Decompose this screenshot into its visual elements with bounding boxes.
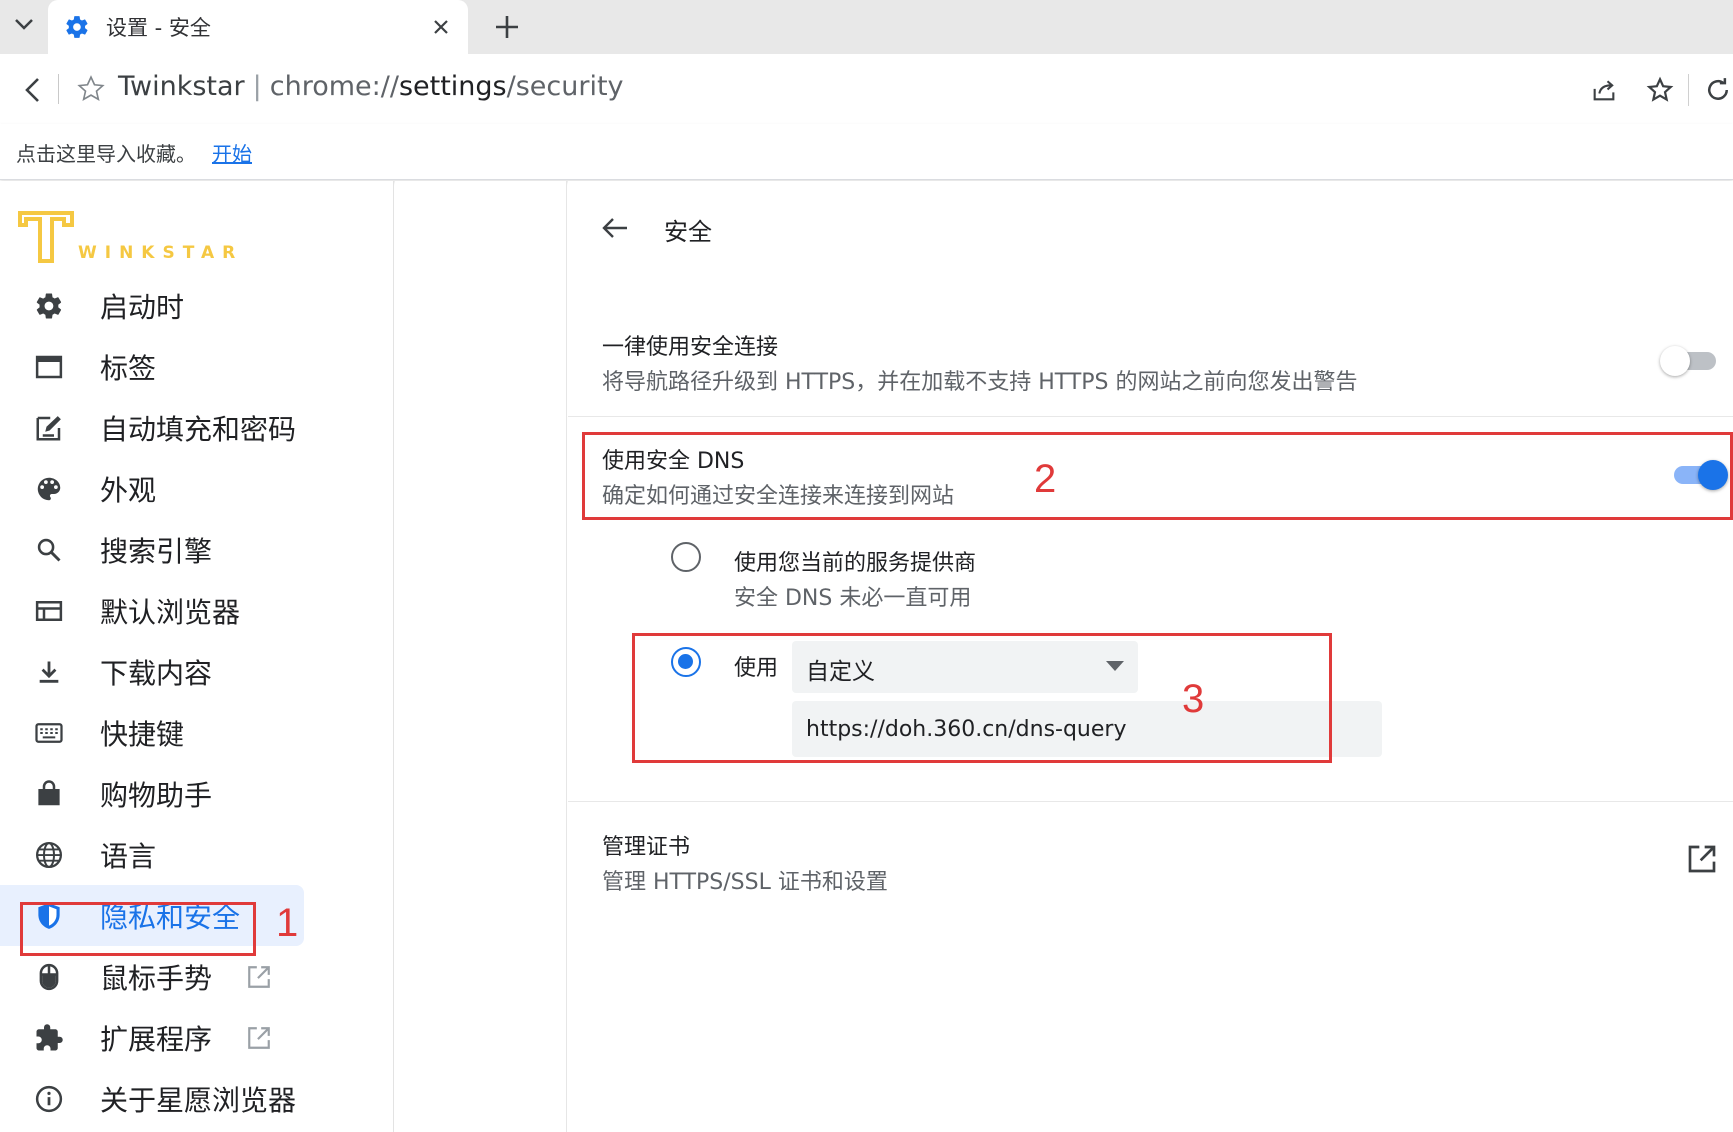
sidebar-item-extensions[interactable]: 扩展程序	[0, 1007, 394, 1068]
row-divider	[568, 416, 1733, 417]
sidebar-item-label: 鼠标手势	[100, 961, 213, 995]
content-gutter	[395, 181, 567, 1132]
sidebar-item-label: 购物助手	[100, 778, 213, 812]
annotation-box-1	[20, 902, 256, 956]
external-link-icon	[248, 1027, 270, 1049]
sidebar-item-about[interactable]: 关于星愿浏览器	[0, 1068, 394, 1129]
browser-toolbar: Twinkstar | chrome://settings/security	[0, 54, 1733, 124]
sidebar-item-autofill[interactable]: 自动填充和密码	[0, 397, 394, 458]
browser-icon	[32, 594, 66, 628]
puzzle-icon	[32, 1021, 66, 1055]
edit-form-icon	[32, 411, 66, 445]
new-tab-button[interactable]	[486, 6, 528, 48]
sidebar-item-label: 标签	[100, 351, 157, 385]
back-button[interactable]	[14, 70, 50, 110]
dns-current-provider-title: 使用您当前的服务提供商	[734, 551, 977, 576]
sidebar-item-shortcuts[interactable]: 快捷键	[0, 702, 394, 763]
annotation-number-3: 3	[1182, 677, 1205, 721]
sidebar-item-shopping[interactable]: 购物助手	[0, 763, 394, 824]
annotation-number-1: 1	[276, 901, 299, 945]
keyboard-icon	[32, 716, 66, 750]
tab-window-icon	[32, 350, 66, 384]
download-icon	[32, 655, 66, 689]
close-icon[interactable]	[426, 12, 456, 42]
https-only-toggle[interactable]	[1660, 343, 1720, 377]
annotation-box-2	[582, 432, 1733, 520]
external-link-icon	[248, 966, 270, 988]
sidebar-item-label: 语言	[100, 839, 157, 873]
bookmark-import-prompt: 点击这里导入收藏。	[16, 142, 196, 166]
sidebar-item-search-engine[interactable]: 搜索引擎	[0, 519, 394, 580]
active-tab[interactable]: 设置 - 安全	[48, 0, 468, 54]
share-icon[interactable]	[1586, 72, 1622, 108]
bookmark-import-bar: 点击这里导入收藏。 开始	[0, 124, 1733, 180]
sidebar-item-label: 扩展程序	[100, 1022, 213, 1056]
address-bar-url[interactable]: Twinkstar | chrome://settings/security	[118, 71, 624, 102]
sidebar-item-label: 搜索引擎	[100, 534, 213, 568]
security-settings-panel: 安全 一律使用安全连接 将导航路径升级到 HTTPS，并在加载不支持 HTTPS…	[568, 181, 1733, 1132]
tab-search-chevron-icon[interactable]	[4, 6, 44, 42]
annotation-number-2: 2	[1034, 457, 1057, 501]
mouse-icon	[32, 960, 66, 994]
url-path: /security	[506, 71, 624, 102]
page-back-arrow-icon[interactable]	[598, 211, 632, 245]
https-only-title: 一律使用安全连接	[602, 335, 779, 360]
shopping-bag-icon	[32, 777, 66, 811]
manage-certificates-subtitle: 管理 HTTPS/SSL 证书和设置	[602, 870, 888, 895]
sidebar-item-default-browser[interactable]: 默认浏览器	[0, 580, 394, 641]
toggle-knob	[1660, 346, 1690, 376]
sidebar-item-label: 默认浏览器	[100, 595, 241, 629]
https-only-subtitle: 将导航路径升级到 HTTPS，并在加载不支持 HTTPS 的网站之前向您发出警告	[602, 370, 1358, 395]
sidebar-item-label: 关于星愿浏览器	[100, 1083, 297, 1117]
sidebar-item-appearance[interactable]: 外观	[0, 458, 394, 519]
sidebar-item-languages[interactable]: 语言	[0, 824, 394, 885]
url-scheme: chrome://	[269, 71, 399, 102]
sidebar-item-label: 自动填充和密码	[100, 412, 297, 446]
tab-strip: 设置 - 安全	[0, 0, 1733, 54]
settings-sidebar: WINKSTAR 启动时 标签 自动填充和密码 外观 搜索引擎 默认浏览器 下载…	[0, 181, 394, 1132]
toolbar-divider	[58, 74, 59, 104]
sidebar-item-label: 外观	[100, 473, 157, 507]
logo-wordmark: WINKSTAR	[78, 243, 244, 263]
url-separator: |	[252, 71, 262, 102]
globe-icon	[32, 838, 66, 872]
sidebar-item-label: 快捷键	[100, 717, 185, 751]
sidebar-item-label: 下载内容	[100, 656, 213, 690]
site-star-icon[interactable]	[74, 72, 108, 106]
dns-current-provider-radio[interactable]	[671, 542, 701, 572]
reload-icon[interactable]	[1700, 70, 1733, 110]
annotation-box-3	[632, 633, 1332, 763]
sidebar-item-label: 启动时	[100, 290, 185, 324]
sidebar-item-startup[interactable]: 启动时	[0, 275, 394, 336]
gear-icon	[62, 12, 92, 42]
search-icon	[32, 533, 66, 567]
tab-title: 设置 - 安全	[106, 16, 211, 40]
dns-current-provider-subtitle: 安全 DNS 未必一直可用	[734, 586, 972, 611]
row-divider	[568, 801, 1733, 802]
sidebar-item-tabs[interactable]: 标签	[0, 336, 394, 397]
gear-icon	[32, 289, 66, 323]
url-host: settings	[398, 71, 507, 102]
twinkstar-logo-mark-icon	[18, 211, 74, 263]
toolbar-divider-right	[1688, 74, 1689, 106]
external-link-icon[interactable]	[1686, 843, 1718, 875]
sidebar-nav: 启动时 标签 自动填充和密码 外观 搜索引擎 默认浏览器 下载内容 快捷键 购物…	[0, 275, 394, 1129]
manage-certificates-title: 管理证书	[602, 835, 691, 860]
bookmark-import-start-link[interactable]: 开始	[212, 138, 252, 167]
sidebar-item-downloads[interactable]: 下载内容	[0, 641, 394, 702]
info-icon	[32, 1082, 66, 1116]
url-site-name: Twinkstar	[118, 71, 245, 102]
twinkstar-logo: WINKSTAR	[18, 209, 258, 269]
palette-icon	[32, 472, 66, 506]
bookmark-star-icon[interactable]	[1642, 72, 1678, 108]
page-title: 安全	[664, 218, 712, 246]
